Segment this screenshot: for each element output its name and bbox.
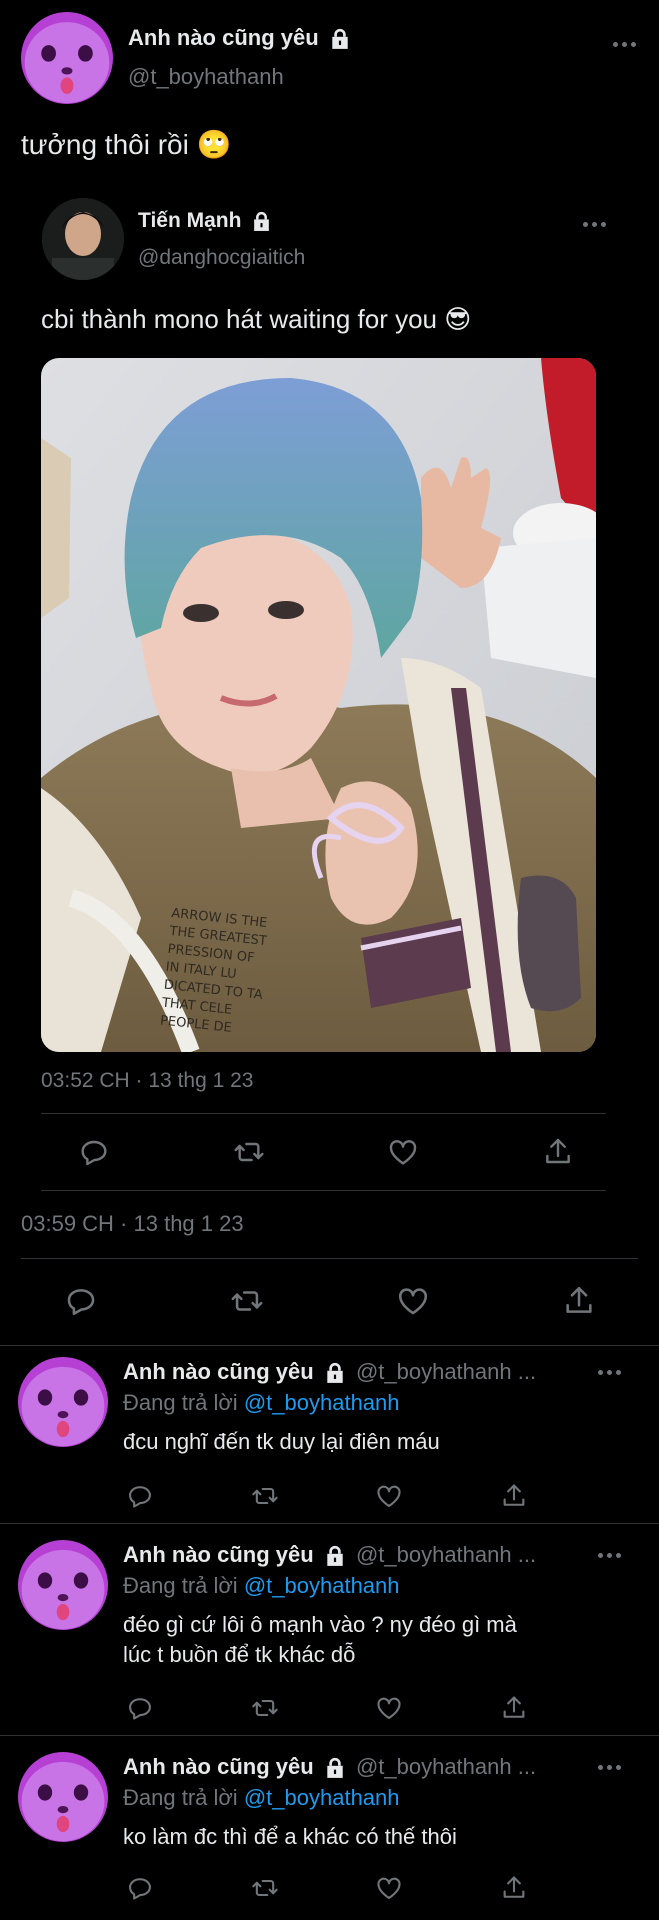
- reply-header: Anh nào cũng yêu @t_boyhathanh ...: [123, 1542, 536, 1568]
- display-name-text: Tiến Mạnh: [138, 209, 242, 232]
- handle[interactable]: @t_boyhathanh ...: [356, 1359, 536, 1384]
- divider: [41, 1190, 606, 1191]
- divider: [0, 1523, 659, 1524]
- lock-icon: [251, 211, 272, 232]
- reply-icon[interactable]: [126, 1874, 154, 1902]
- main-actions: [64, 1284, 596, 1318]
- retweet-icon[interactable]: [230, 1284, 264, 1318]
- replying-prefix: Đang trả lời: [123, 1785, 238, 1810]
- replying-prefix: Đang trả lời: [123, 1573, 238, 1598]
- replying-prefix: Đang trả lời: [123, 1390, 238, 1415]
- like-icon[interactable]: [375, 1482, 403, 1510]
- like-icon[interactable]: [387, 1136, 419, 1168]
- replying-to: Đang trả lời @t_boyhathanh: [123, 1785, 400, 1811]
- lock-icon: [324, 1545, 346, 1567]
- share-icon[interactable]: [500, 1482, 528, 1510]
- quoted-avatar[interactable]: [42, 198, 124, 280]
- divider: [41, 1113, 606, 1114]
- retweet-icon[interactable]: [251, 1482, 279, 1510]
- quoted-handle[interactable]: @danghocgiaitich: [138, 246, 305, 270]
- main-display-name[interactable]: Anh nào cũng yêu: [128, 25, 351, 51]
- share-icon[interactable]: [500, 1874, 528, 1902]
- divider: [21, 1258, 638, 1259]
- reply-text-line: đéo gì cứ lôi ô mạnh vào ? ny đéo gì mà: [123, 1612, 517, 1637]
- more-icon[interactable]: [598, 1765, 621, 1770]
- display-name-text: Anh nào cũng yêu: [128, 25, 319, 50]
- handle[interactable]: @t_boyhathanh ...: [356, 1754, 536, 1779]
- reply-text-line: ko làm đc thì để a khác có thế thôi: [123, 1824, 457, 1849]
- avatar[interactable]: [18, 1357, 108, 1447]
- like-icon[interactable]: [396, 1284, 430, 1318]
- quoted-actions: [78, 1136, 574, 1168]
- reply-icon[interactable]: [78, 1136, 110, 1168]
- reply-header: Anh nào cũng yêu @t_boyhathanh ...: [123, 1754, 536, 1780]
- display-name-text[interactable]: Anh nào cũng yêu: [123, 1754, 314, 1779]
- like-icon[interactable]: [375, 1874, 403, 1902]
- reply-text-line: lúc t buồn để tk khác dỗ: [123, 1642, 356, 1667]
- avatar[interactable]: [18, 1540, 108, 1630]
- lock-icon: [324, 1362, 346, 1384]
- retweet-icon[interactable]: [233, 1136, 265, 1168]
- share-icon[interactable]: [562, 1284, 596, 1318]
- retweet-icon[interactable]: [251, 1694, 279, 1722]
- lock-icon: [329, 28, 351, 50]
- more-icon[interactable]: [613, 42, 636, 47]
- mention-link[interactable]: @t_boyhathanh: [244, 1573, 400, 1598]
- reply-icon[interactable]: [126, 1482, 154, 1510]
- more-icon[interactable]: [598, 1553, 621, 1558]
- share-icon[interactable]: [500, 1694, 528, 1722]
- tweet-photo[interactable]: ARROW IS THE THE GREATEST PRESSION OF IN…: [41, 358, 596, 1052]
- mention-link[interactable]: @t_boyhathanh: [244, 1785, 400, 1810]
- avatar[interactable]: [18, 1752, 108, 1842]
- display-name-text[interactable]: Anh nào cũng yêu: [123, 1542, 314, 1567]
- quoted-tweet-text: cbi thành mono hát waiting for you 😎: [41, 304, 472, 334]
- quoted-display-name[interactable]: Tiến Mạnh: [138, 209, 272, 233]
- share-icon[interactable]: [542, 1136, 574, 1168]
- like-icon[interactable]: [375, 1694, 403, 1722]
- main-handle[interactable]: @t_boyhathanh: [128, 64, 284, 90]
- reply-icon[interactable]: [126, 1694, 154, 1722]
- retweet-icon[interactable]: [251, 1874, 279, 1902]
- quoted-timestamp[interactable]: 03:52 CH · 13 thg 1 23: [41, 1069, 253, 1093]
- more-icon[interactable]: [598, 1370, 621, 1375]
- handle[interactable]: @t_boyhathanh ...: [356, 1542, 536, 1567]
- replying-to: Đang trả lời @t_boyhathanh: [123, 1390, 400, 1416]
- reply-actions: [126, 1874, 528, 1902]
- reply-icon[interactable]: [64, 1284, 98, 1318]
- reply-text-line: đcu nghĩ đến tk duy lại điên máu: [123, 1429, 440, 1454]
- reply-actions: [126, 1482, 528, 1510]
- display-name-text[interactable]: Anh nào cũng yêu: [123, 1359, 314, 1384]
- tweet-text: tưởng thôi rồi 🙄: [21, 129, 232, 160]
- reply-header: Anh nào cũng yêu @t_boyhathanh ...: [123, 1359, 536, 1385]
- more-icon[interactable]: [583, 222, 606, 227]
- reply-actions: [126, 1694, 528, 1722]
- divider: [0, 1735, 659, 1736]
- lock-icon: [324, 1757, 346, 1779]
- replying-to: Đang trả lời @t_boyhathanh: [123, 1573, 400, 1599]
- main-timestamp[interactable]: 03:59 CH · 13 thg 1 23: [21, 1211, 244, 1237]
- avatar[interactable]: [21, 12, 113, 104]
- mention-link[interactable]: @t_boyhathanh: [244, 1390, 400, 1415]
- divider: [0, 1345, 659, 1346]
